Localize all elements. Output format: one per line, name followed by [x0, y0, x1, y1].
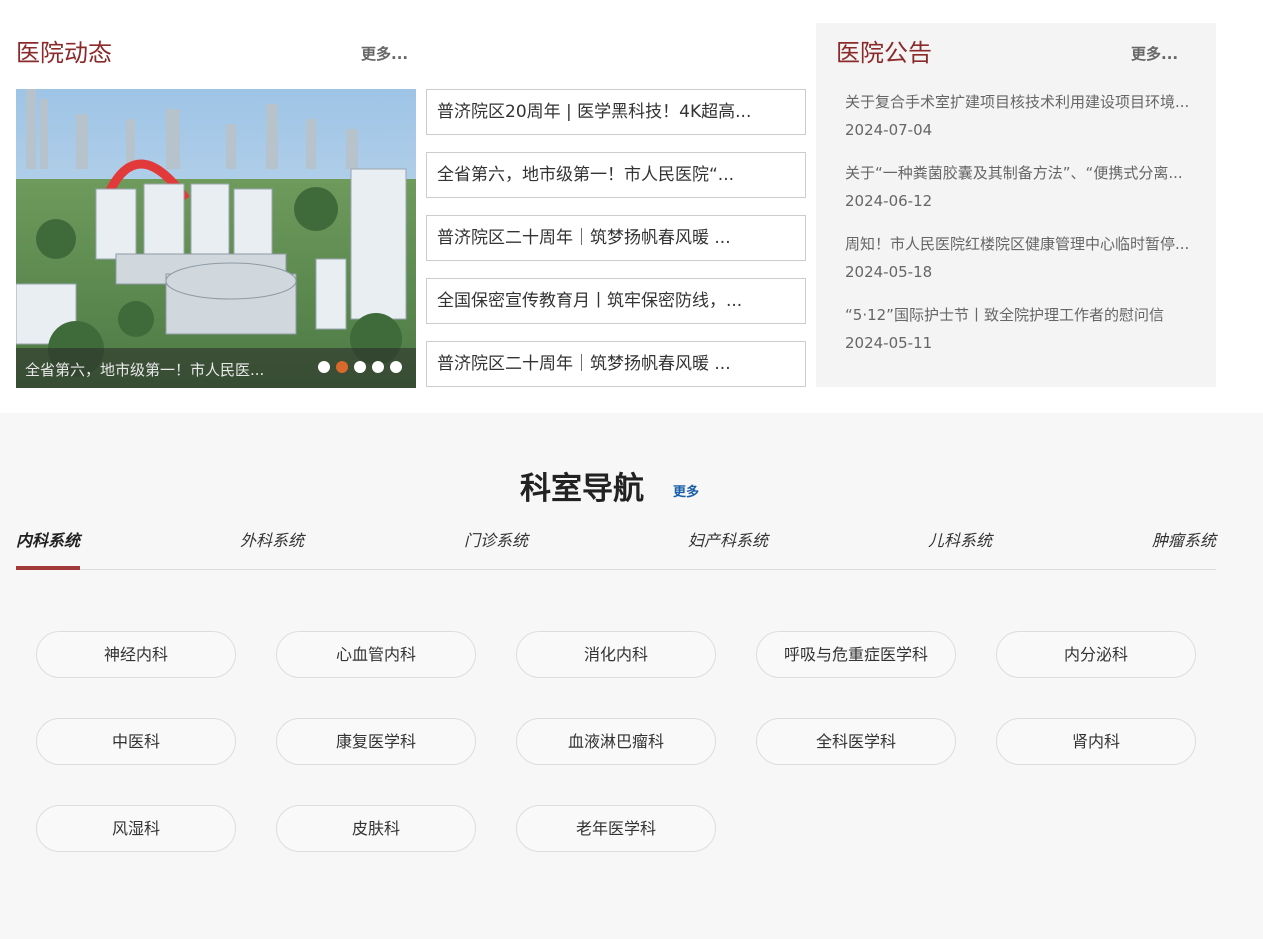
- carousel-dots: [318, 361, 402, 373]
- notice-more-link[interactable]: 更多...: [1131, 43, 1178, 64]
- notice-item-title[interactable]: “5·12”国际护士节丨致全院护理工作者的慰问信: [845, 304, 1211, 326]
- notice-item-title[interactable]: 关于复合手术室扩建项目核技术利用建设项目环境...: [845, 91, 1211, 113]
- notice-item: “5·12”国际护士节丨致全院护理工作者的慰问信 2024-05-11: [845, 304, 1211, 375]
- top-section: 医院动态 更多... 全省第六，地市级第一！市人民医... 普济院区20周年 |…: [0, 0, 1263, 413]
- department-item[interactable]: 呼吸与危重症医学科: [756, 631, 956, 678]
- news-item[interactable]: 全国保密宣传教育月丨筑牢保密防线，...: [426, 278, 806, 324]
- carousel-dot-4[interactable]: [372, 361, 384, 373]
- news-item[interactable]: 全省第六，地市级第一！市人民医院“...: [426, 152, 806, 198]
- carousel-caption-bar: 全省第六，地市级第一！市人民医...: [16, 348, 416, 388]
- notice-item-title[interactable]: 周知！市人民医院红楼院区健康管理中心临时暂停...: [845, 233, 1211, 255]
- notice-item-date: 2024-05-18: [845, 263, 933, 281]
- tab-pediatrics[interactable]: 儿科系统: [928, 527, 992, 551]
- news-item[interactable]: 普济院区二十周年｜筑梦扬帆春风暖 ...: [426, 215, 806, 261]
- department-section-title: 科室导航: [520, 471, 644, 507]
- tab-oncology[interactable]: 肿瘤系统: [1152, 527, 1216, 551]
- department-item[interactable]: 全科医学科: [756, 718, 956, 765]
- department-item[interactable]: 心血管内科: [276, 631, 476, 678]
- carousel-dot-3[interactable]: [354, 361, 366, 373]
- tab-outpatient[interactable]: 门诊系统: [464, 527, 528, 551]
- department-item[interactable]: 中医科: [36, 718, 236, 765]
- department-item[interactable]: 风湿科: [36, 805, 236, 852]
- carousel-caption[interactable]: 全省第六，地市级第一！市人民医...: [25, 359, 280, 380]
- news-item[interactable]: 普济院区20周年 | 医学黑科技！4K超高...: [426, 89, 806, 135]
- carousel-dot-5[interactable]: [390, 361, 402, 373]
- notice-item-date: 2024-07-04: [845, 121, 933, 139]
- tab-surgery[interactable]: 外科系统: [240, 527, 304, 551]
- carousel-dot-2[interactable]: [336, 361, 348, 373]
- department-item[interactable]: 康复医学科: [276, 718, 476, 765]
- news-more-link[interactable]: 更多...: [361, 43, 408, 64]
- notice-item: 关于复合手术室扩建项目核技术利用建设项目环境... 2024-07-04: [845, 91, 1211, 162]
- news-item[interactable]: 普济院区二十周年｜筑梦扬帆春风暖 ...: [426, 341, 806, 387]
- tab-obstetrics-gynecology[interactable]: 妇产科系统: [688, 527, 768, 551]
- department-item[interactable]: 内分泌科: [996, 631, 1196, 678]
- news-list: 普济院区20周年 | 医学黑科技！4K超高... 全省第六，地市级第一！市人民医…: [426, 89, 806, 404]
- carousel-dot-1[interactable]: [318, 361, 330, 373]
- tab-internal-medicine[interactable]: 内科系统: [16, 527, 80, 551]
- department-item[interactable]: 肾内科: [996, 718, 1196, 765]
- notice-list: 关于复合手术室扩建项目核技术利用建设项目环境... 2024-07-04 关于“…: [845, 91, 1211, 375]
- department-section: 科室导航 更多 内科系统 外科系统 门诊系统 妇产科系统 儿科系统 肿瘤系统 神…: [0, 413, 1263, 939]
- news-carousel[interactable]: 全省第六，地市级第一！市人民医...: [16, 89, 416, 388]
- carousel-image: [16, 89, 416, 388]
- department-item[interactable]: 神经内科: [36, 631, 236, 678]
- active-tab-underline: [16, 566, 80, 570]
- notice-item-date: 2024-05-11: [845, 334, 933, 352]
- notice-item: 关于“一种粪菌胶囊及其制备方法”、“便携式分离... 2024-06-12: [845, 162, 1211, 233]
- notice-item: 周知！市人民医院红楼院区健康管理中心临时暂停... 2024-05-18: [845, 233, 1211, 304]
- department-item[interactable]: 皮肤科: [276, 805, 476, 852]
- notice-section-title: 医院公告: [836, 39, 932, 67]
- notice-item-title[interactable]: 关于“一种粪菌胶囊及其制备方法”、“便携式分离...: [845, 162, 1211, 184]
- department-more-link[interactable]: 更多: [673, 481, 699, 500]
- notice-item-date: 2024-06-12: [845, 192, 933, 210]
- department-item[interactable]: 消化内科: [516, 631, 716, 678]
- news-section-title: 医院动态: [16, 39, 112, 67]
- department-item[interactable]: 血液淋巴瘤科: [516, 718, 716, 765]
- department-tabs: 内科系统 外科系统 门诊系统 妇产科系统 儿科系统 肿瘤系统: [16, 523, 1216, 570]
- department-item[interactable]: 老年医学科: [516, 805, 716, 852]
- notice-panel: 医院公告 更多... 关于复合手术室扩建项目核技术利用建设项目环境... 202…: [816, 23, 1216, 387]
